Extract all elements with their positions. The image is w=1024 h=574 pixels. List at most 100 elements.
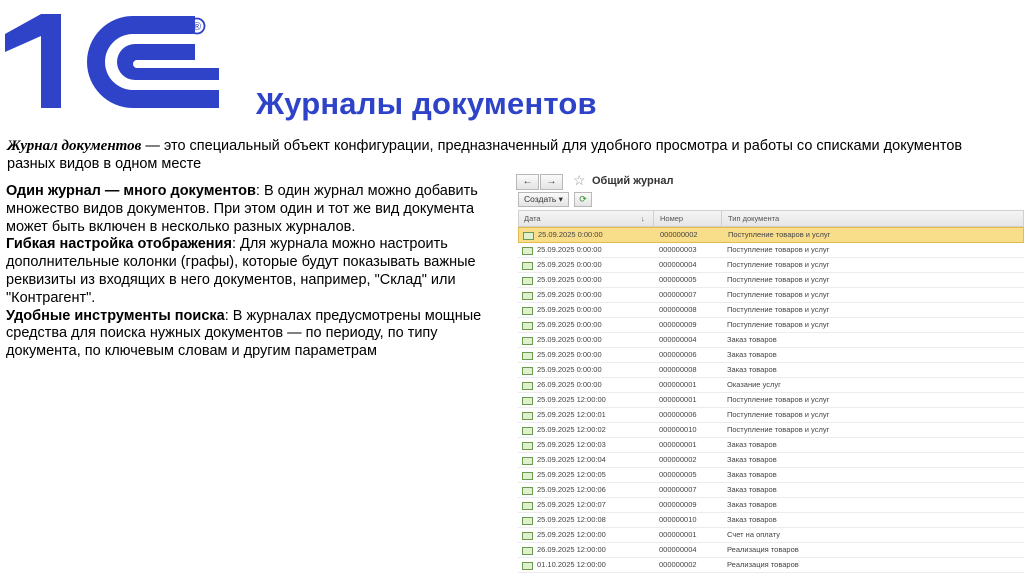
cell-type: Поступление товаров и услуг [727, 395, 830, 404]
create-button[interactable]: Создать ▾ [518, 192, 569, 207]
cell-number: 000000004 [659, 335, 697, 344]
document-icon [522, 292, 533, 300]
table-row[interactable]: 26.09.2025 0:00:00 000000001 Оказание услу… [518, 378, 1024, 393]
cell-date: 25.09.2025 0:00:00 [537, 275, 602, 284]
table-row[interactable]: 25.09.2025 0:00:00 000000009 Поступление т… [518, 318, 1024, 333]
table-row[interactable]: 25.09.2025 0:00:00 000000004 Заказ товаров [518, 333, 1024, 348]
cell-type: Поступление товаров и услуг [728, 230, 831, 239]
cell-number: 000000006 [659, 410, 697, 419]
column-date[interactable]: Дата [524, 214, 541, 223]
cell-type: Заказ товаров [727, 335, 777, 344]
table-row[interactable]: 25.09.2025 0:00:00 000000004 Поступление т… [518, 258, 1024, 273]
document-icon [522, 277, 533, 285]
feature-item: Удобные инструменты поиска: В журналах п… [6, 308, 506, 361]
cell-number: 000000009 [659, 500, 697, 509]
intro-dash: — [141, 138, 164, 154]
registered-mark-icon: ® [193, 21, 201, 33]
journal-window: ← → ☆ Общий журнал Создать ▾ ⟳ Дата ↓ Но… [516, 168, 1024, 574]
cell-number: 000000001 [659, 380, 697, 389]
cell-number: 000000002 [659, 560, 697, 569]
intro-term: Журнал документов [7, 138, 142, 154]
cell-date: 25.09.2025 12:00:00 [537, 530, 606, 539]
table-header: Дата ↓ Номер Тип документа [518, 210, 1024, 227]
back-button[interactable]: ← [516, 174, 539, 190]
cell-type: Поступление товаров и услуг [727, 425, 830, 434]
table-row[interactable]: 25.09.2025 12:00:04 000000002 Заказ товаро… [518, 453, 1024, 468]
cell-date: 25.09.2025 12:00:05 [537, 470, 606, 479]
cell-date: 25.09.2025 0:00:00 [537, 320, 602, 329]
table-row[interactable]: 25.09.2025 0:00:00 000000006 Заказ товаров [518, 348, 1024, 363]
cell-type: Заказ товаров [727, 470, 777, 479]
cell-number: 000000008 [659, 365, 697, 374]
journal-toolbar: Создать ▾ ⟳ [516, 191, 1024, 209]
table-row[interactable]: 25.09.2025 12:00:06 000000007 Заказ товаро… [518, 483, 1024, 498]
table-row[interactable]: 25.09.2025 0:00:00 000000003 Поступление т… [518, 243, 1024, 258]
table-row[interactable]: 25.09.2025 12:00:00 000000001 Поступление … [518, 393, 1024, 408]
cell-number: 000000006 [659, 350, 697, 359]
document-icon [522, 532, 533, 540]
cell-date: 25.09.2025 0:00:00 [537, 305, 602, 314]
cell-type: Заказ товаров [727, 515, 777, 524]
cell-date: 25.09.2025 0:00:00 [538, 230, 603, 239]
cell-type: Заказ товаров [727, 350, 777, 359]
cell-type: Поступление товаров и услуг [727, 410, 830, 419]
table-row[interactable]: 01.10.2025 12:00:00 000000002 Реализация т… [518, 558, 1024, 573]
cell-date: 25.09.2025 0:00:00 [537, 260, 602, 269]
cell-number: 000000007 [659, 290, 697, 299]
cell-number: 000000007 [659, 485, 697, 494]
column-type[interactable]: Тип документа [728, 214, 779, 223]
cell-number: 000000010 [659, 425, 697, 434]
document-icon [522, 562, 533, 570]
cell-date: 25.09.2025 12:00:01 [537, 410, 606, 419]
sort-down-icon[interactable]: ↓ [641, 214, 645, 223]
table-row[interactable]: 25.09.2025 12:00:08 000000010 Заказ товаро… [518, 513, 1024, 528]
table-row[interactable]: 26.09.2025 12:00:00 000000004 Реализация т… [518, 543, 1024, 558]
cell-type: Поступление товаров и услуг [727, 320, 830, 329]
table-row[interactable]: 25.09.2025 12:00:00 000000001 Счет на опла… [518, 528, 1024, 543]
forward-button[interactable]: → [540, 174, 563, 190]
table-row[interactable]: 25.09.2025 0:00:00 000000002 Поступление т… [518, 227, 1024, 243]
document-icon [522, 487, 533, 495]
document-icon [522, 472, 533, 480]
cell-date: 26.09.2025 0:00:00 [537, 380, 602, 389]
cell-number: 000000004 [659, 260, 697, 269]
journal-table: Дата ↓ Номер Тип документа 25.09.2025 0:… [518, 210, 1024, 573]
cell-number: 000000003 [659, 245, 697, 254]
cell-date: 25.09.2025 0:00:00 [537, 365, 602, 374]
table-row[interactable]: 25.09.2025 0:00:00 000000008 Заказ товаров [518, 363, 1024, 378]
table-row[interactable]: 25.09.2025 12:00:03 000000001 Заказ товаро… [518, 438, 1024, 453]
document-icon [522, 502, 533, 510]
document-icon [522, 397, 533, 405]
table-row[interactable]: 25.09.2025 12:00:02 000000010 Поступление … [518, 423, 1024, 438]
cell-number: 000000008 [659, 305, 697, 314]
page-title: Журналы документов [256, 86, 597, 121]
cell-type: Заказ товаров [727, 485, 777, 494]
cell-type: Реализация товаров [727, 545, 799, 554]
table-row[interactable]: 25.09.2025 0:00:00 000000005 Поступление т… [518, 273, 1024, 288]
feature-title: Один журнал — много документов [6, 183, 256, 199]
cell-type: Счет на оплату [727, 530, 780, 539]
column-number[interactable]: Номер [660, 214, 683, 223]
cell-type: Поступление товаров и услуг [727, 245, 830, 254]
cell-date: 26.09.2025 12:00:00 [537, 545, 606, 554]
cell-type: Заказ товаров [727, 365, 777, 374]
cell-type: Заказ товаров [727, 455, 777, 464]
table-row[interactable]: 25.09.2025 0:00:00 000000007 Поступление т… [518, 288, 1024, 303]
table-row[interactable]: 25.09.2025 12:00:01 000000006 Поступление … [518, 408, 1024, 423]
cell-type: Реализация товаров [727, 560, 799, 569]
cell-date: 25.09.2025 0:00:00 [537, 290, 602, 299]
feature-title: Удобные инструменты поиска [6, 307, 225, 324]
cell-number: 000000005 [659, 275, 697, 284]
cell-number: 000000010 [659, 515, 697, 524]
refresh-icon[interactable]: ⟳ [574, 192, 592, 207]
table-row[interactable]: 25.09.2025 0:00:00 000000008 Поступление т… [518, 303, 1024, 318]
table-row[interactable]: 25.09.2025 12:00:05 000000005 Заказ товаро… [518, 468, 1024, 483]
table-row[interactable]: 25.09.2025 12:00:07 000000009 Заказ товаро… [518, 498, 1024, 513]
document-icon [522, 262, 533, 270]
star-icon[interactable]: ☆ [573, 172, 586, 189]
document-icon [522, 382, 533, 390]
document-icon [522, 307, 533, 315]
cell-date: 01.10.2025 12:00:00 [537, 560, 606, 569]
document-icon [522, 427, 533, 435]
feature-title: Гибкая настройка отображения [6, 236, 232, 253]
